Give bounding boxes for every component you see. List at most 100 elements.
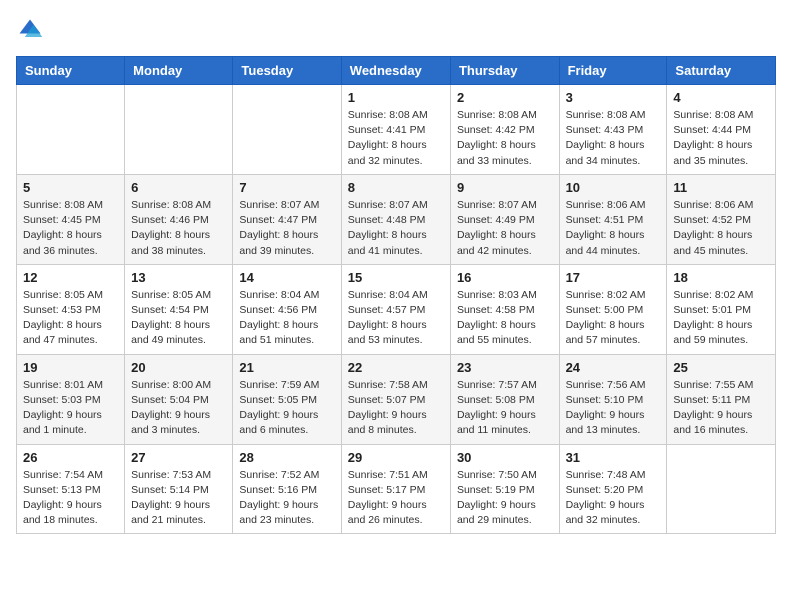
calendar-cell: 30 Sunrise: 7:50 AM Sunset: 5:19 PM Dayli…: [450, 444, 559, 534]
day-info: Sunrise: 8:08 AM Sunset: 4:41 PM Dayligh…: [348, 108, 444, 169]
day-info: Sunrise: 7:50 AM Sunset: 5:19 PM Dayligh…: [457, 468, 553, 529]
day-info: Sunrise: 7:52 AM Sunset: 5:16 PM Dayligh…: [239, 468, 334, 529]
calendar-cell: 20 Sunrise: 8:00 AM Sunset: 5:04 PM Dayli…: [125, 354, 233, 444]
header-sunday: Sunday: [17, 57, 125, 85]
day-number: 2: [457, 90, 553, 105]
calendar-cell: 31 Sunrise: 7:48 AM Sunset: 5:20 PM Dayli…: [559, 444, 667, 534]
calendar-cell: 9 Sunrise: 8:07 AM Sunset: 4:49 PM Daylig…: [450, 174, 559, 264]
day-number: 23: [457, 360, 553, 375]
day-info: Sunrise: 8:05 AM Sunset: 4:54 PM Dayligh…: [131, 288, 226, 349]
day-number: 17: [566, 270, 661, 285]
day-number: 20: [131, 360, 226, 375]
day-number: 27: [131, 450, 226, 465]
week-row-1: 1 Sunrise: 8:08 AM Sunset: 4:41 PM Daylig…: [17, 85, 776, 175]
calendar-cell: 3Sunrise: 8:08 AM Sunset: 4:43 PM Daylig…: [559, 85, 667, 175]
day-info: Sunrise: 7:56 AM Sunset: 5:10 PM Dayligh…: [566, 378, 661, 439]
day-number: 18: [673, 270, 769, 285]
day-info: Sunrise: 8:07 AM Sunset: 4:48 PM Dayligh…: [348, 198, 444, 259]
calendar-cell: 27 Sunrise: 7:53 AM Sunset: 5:14 PM Dayli…: [125, 444, 233, 534]
header-thursday: Thursday: [450, 57, 559, 85]
calendar-cell: 28 Sunrise: 7:52 AM Sunset: 5:16 PM Dayli…: [233, 444, 341, 534]
page-header: [16, 16, 776, 44]
calendar-cell: 11 Sunrise: 8:06 AM Sunset: 4:52 PM Dayli…: [667, 174, 776, 264]
day-info: Sunrise: 8:05 AM Sunset: 4:53 PM Dayligh…: [23, 288, 118, 349]
calendar-cell: 8 Sunrise: 8:07 AM Sunset: 4:48 PM Daylig…: [341, 174, 450, 264]
calendar-cell: 7Sunrise: 8:07 AM Sunset: 4:47 PM Daylig…: [233, 174, 341, 264]
day-number: 12: [23, 270, 118, 285]
day-info: Sunrise: 7:53 AM Sunset: 5:14 PM Dayligh…: [131, 468, 226, 529]
day-number: 31: [566, 450, 661, 465]
calendar-cell: 22 Sunrise: 7:58 AM Sunset: 5:07 PM Dayli…: [341, 354, 450, 444]
day-number: 10: [566, 180, 661, 195]
day-number: 15: [348, 270, 444, 285]
day-number: 4: [673, 90, 769, 105]
calendar-cell: [667, 444, 776, 534]
logo: [16, 16, 48, 44]
day-number: 30: [457, 450, 553, 465]
calendar-cell: 10Sunrise: 8:06 AM Sunset: 4:51 PM Dayli…: [559, 174, 667, 264]
day-number: 14: [239, 270, 334, 285]
calendar-cell: [233, 85, 341, 175]
day-number: 1: [348, 90, 444, 105]
day-number: 25: [673, 360, 769, 375]
day-info: Sunrise: 8:08 AM Sunset: 4:45 PM Dayligh…: [23, 198, 118, 259]
day-info: Sunrise: 8:07 AM Sunset: 4:47 PM Dayligh…: [239, 198, 334, 259]
header-tuesday: Tuesday: [233, 57, 341, 85]
header-saturday: Saturday: [667, 57, 776, 85]
day-number: 19: [23, 360, 118, 375]
day-info: Sunrise: 8:01 AM Sunset: 5:03 PM Dayligh…: [23, 378, 118, 439]
day-number: 29: [348, 450, 444, 465]
calendar-cell: 16Sunrise: 8:03 AM Sunset: 4:58 PM Dayli…: [450, 264, 559, 354]
day-info: Sunrise: 7:54 AM Sunset: 5:13 PM Dayligh…: [23, 468, 118, 529]
day-number: 26: [23, 450, 118, 465]
week-row-5: 26 Sunrise: 7:54 AM Sunset: 5:13 PM Dayli…: [17, 444, 776, 534]
calendar-cell: 2 Sunrise: 8:08 AM Sunset: 4:42 PM Daylig…: [450, 85, 559, 175]
day-number: 22: [348, 360, 444, 375]
calendar-cell: 1 Sunrise: 8:08 AM Sunset: 4:41 PM Daylig…: [341, 85, 450, 175]
day-number: 11: [673, 180, 769, 195]
day-number: 21: [239, 360, 334, 375]
day-number: 6: [131, 180, 226, 195]
day-number: 5: [23, 180, 118, 195]
day-number: 24: [566, 360, 661, 375]
calendar-cell: 17 Sunrise: 8:02 AM Sunset: 5:00 PM Dayli…: [559, 264, 667, 354]
calendar-cell: 14 Sunrise: 8:04 AM Sunset: 4:56 PM Dayli…: [233, 264, 341, 354]
week-row-4: 19 Sunrise: 8:01 AM Sunset: 5:03 PM Dayli…: [17, 354, 776, 444]
calendar-table: SundayMondayTuesdayWednesdayThursdayFrid…: [16, 56, 776, 534]
day-info: Sunrise: 8:07 AM Sunset: 4:49 PM Dayligh…: [457, 198, 553, 259]
day-info: Sunrise: 8:02 AM Sunset: 5:01 PM Dayligh…: [673, 288, 769, 349]
day-number: 8: [348, 180, 444, 195]
day-number: 28: [239, 450, 334, 465]
day-info: Sunrise: 7:55 AM Sunset: 5:11 PM Dayligh…: [673, 378, 769, 439]
week-row-3: 12 Sunrise: 8:05 AM Sunset: 4:53 PM Dayli…: [17, 264, 776, 354]
calendar-cell: 15 Sunrise: 8:04 AM Sunset: 4:57 PM Dayli…: [341, 264, 450, 354]
day-info: Sunrise: 8:00 AM Sunset: 5:04 PM Dayligh…: [131, 378, 226, 439]
days-header-row: SundayMondayTuesdayWednesdayThursdayFrid…: [17, 57, 776, 85]
day-info: Sunrise: 8:06 AM Sunset: 4:52 PM Dayligh…: [673, 198, 769, 259]
day-info: Sunrise: 8:02 AM Sunset: 5:00 PM Dayligh…: [566, 288, 661, 349]
day-info: Sunrise: 8:08 AM Sunset: 4:43 PM Dayligh…: [566, 108, 661, 169]
calendar-cell: 29Sunrise: 7:51 AM Sunset: 5:17 PM Dayli…: [341, 444, 450, 534]
calendar-cell: 24 Sunrise: 7:56 AM Sunset: 5:10 PM Dayli…: [559, 354, 667, 444]
calendar-cell: 4 Sunrise: 8:08 AM Sunset: 4:44 PM Daylig…: [667, 85, 776, 175]
day-number: 9: [457, 180, 553, 195]
calendar-cell: 12 Sunrise: 8:05 AM Sunset: 4:53 PM Dayli…: [17, 264, 125, 354]
day-info: Sunrise: 8:04 AM Sunset: 4:56 PM Dayligh…: [239, 288, 334, 349]
day-info: Sunrise: 7:57 AM Sunset: 5:08 PM Dayligh…: [457, 378, 553, 439]
header-friday: Friday: [559, 57, 667, 85]
day-info: Sunrise: 8:08 AM Sunset: 4:44 PM Dayligh…: [673, 108, 769, 169]
day-info: Sunrise: 8:08 AM Sunset: 4:42 PM Dayligh…: [457, 108, 553, 169]
calendar-cell: 23 Sunrise: 7:57 AM Sunset: 5:08 PM Dayli…: [450, 354, 559, 444]
day-info: Sunrise: 8:04 AM Sunset: 4:57 PM Dayligh…: [348, 288, 444, 349]
day-info: Sunrise: 8:03 AM Sunset: 4:58 PM Dayligh…: [457, 288, 553, 349]
calendar-cell: 21 Sunrise: 7:59 AM Sunset: 5:05 PM Dayli…: [233, 354, 341, 444]
day-info: Sunrise: 7:58 AM Sunset: 5:07 PM Dayligh…: [348, 378, 444, 439]
day-info: Sunrise: 7:59 AM Sunset: 5:05 PM Dayligh…: [239, 378, 334, 439]
calendar-cell: [17, 85, 125, 175]
calendar-cell: 13Sunrise: 8:05 AM Sunset: 4:54 PM Dayli…: [125, 264, 233, 354]
header-wednesday: Wednesday: [341, 57, 450, 85]
calendar-cell: 5 Sunrise: 8:08 AM Sunset: 4:45 PM Daylig…: [17, 174, 125, 264]
calendar-cell: 26 Sunrise: 7:54 AM Sunset: 5:13 PM Dayli…: [17, 444, 125, 534]
day-info: Sunrise: 7:48 AM Sunset: 5:20 PM Dayligh…: [566, 468, 661, 529]
logo-icon: [16, 16, 44, 44]
